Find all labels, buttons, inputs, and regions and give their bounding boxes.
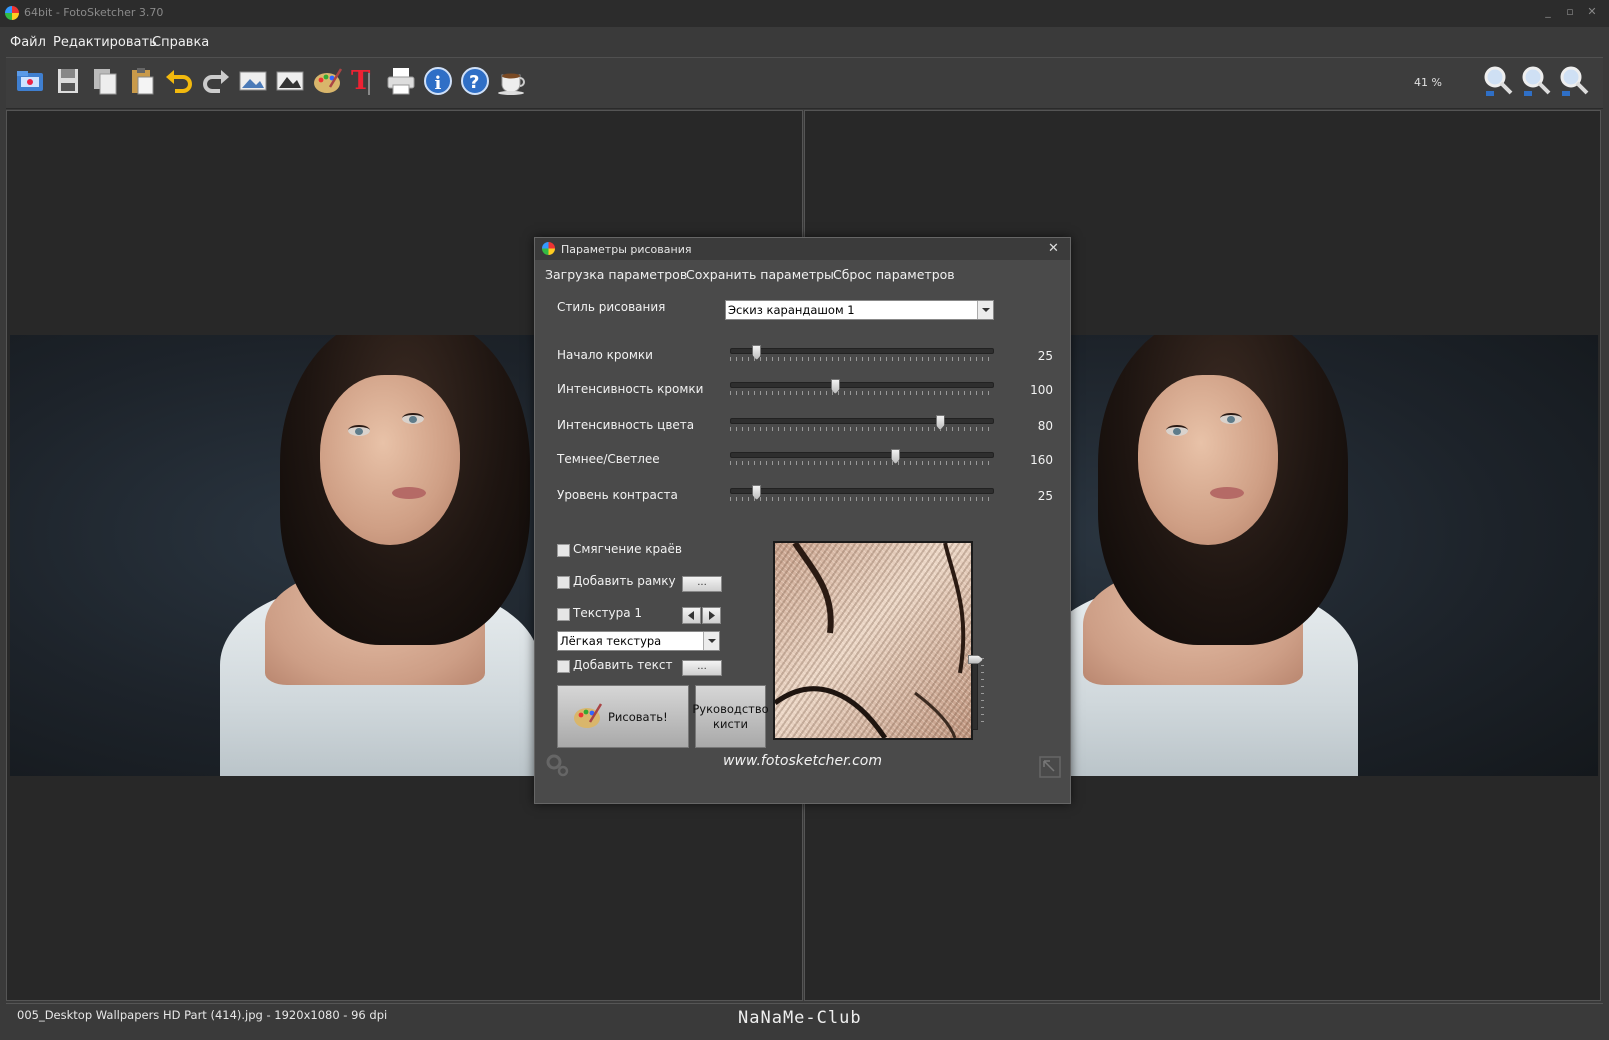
slider-ticks <box>730 357 992 361</box>
texture-value: Лёгкая текстура <box>560 634 662 648</box>
add-text-label: Добавить текст <box>573 658 673 672</box>
chevron-down-icon[interactable] <box>977 301 993 319</box>
drawing-style-label: Стиль рисования <box>557 300 666 314</box>
drawing-parameters-dialog: Параметры рисования ✕ Загрузка параметро… <box>534 237 1071 804</box>
soften-edges-label: Смягчение краёв <box>573 542 682 556</box>
slider-track[interactable] <box>730 488 994 494</box>
menu-load-parameters[interactable]: Загрузка параметров <box>545 267 687 282</box>
status-text: 005_Desktop Wallpapers HD Part (414).jpg… <box>17 1008 388 1022</box>
texture-checkbox[interactable] <box>557 608 570 621</box>
menu-bar: Файл Редактировать Справка <box>0 27 1609 57</box>
slider-ticks <box>730 497 992 501</box>
add-text-checkbox[interactable] <box>557 660 570 673</box>
zoom-out-icon[interactable] <box>1520 65 1552 97</box>
watermark: NaNaMe-Club <box>738 1008 862 1028</box>
sketch-preview[interactable] <box>773 541 973 740</box>
website-link[interactable]: www.fotosketcher.com <box>535 753 1070 769</box>
title-bar: 64bit - FotoSketcher 3.70 _ ▫ ✕ <box>0 0 1609 27</box>
menu-edit[interactable]: Редактировать <box>53 35 157 50</box>
dialog-title: Параметры рисования <box>561 243 692 256</box>
slider-ticks <box>730 427 992 431</box>
menu-help[interactable]: Справка <box>152 35 209 50</box>
texture-select[interactable]: Лёгкая текстура <box>557 631 720 651</box>
coffee-icon[interactable] <box>496 65 528 97</box>
slider-ticks <box>730 391 992 395</box>
palette-icon[interactable] <box>311 65 343 97</box>
soften-edges-checkbox[interactable] <box>557 544 570 557</box>
slider-label: Начало кромки <box>557 348 653 362</box>
menu-file[interactable]: Файл <box>10 35 46 50</box>
texture-prev-button[interactable] <box>682 607 701 624</box>
slider-label: Темнее/Светлее <box>557 452 660 466</box>
chevron-right-icon <box>709 611 715 620</box>
print-icon[interactable] <box>385 65 417 97</box>
menu-save-parameters[interactable]: Сохранить параметры <box>686 267 834 282</box>
drawing-style-select[interactable]: Эскиз карандашом 1 <box>725 300 994 320</box>
menu-reset-parameters[interactable]: Сброс параметров <box>833 267 955 282</box>
svg-text:i: i <box>435 73 442 94</box>
slider-ticks <box>730 461 992 465</box>
slider-value: 25 <box>1037 489 1053 503</box>
result-image-icon[interactable] <box>274 65 306 97</box>
resize-grip-icon[interactable] <box>1039 756 1061 778</box>
preview-zoom-ticks <box>981 658 984 728</box>
zoom-in-icon[interactable] <box>1482 65 1514 97</box>
slider-label: Уровень контраста <box>557 488 678 502</box>
close-icon[interactable]: ✕ <box>1584 5 1600 19</box>
copy-icon[interactable] <box>89 65 121 97</box>
add-frame-checkbox[interactable] <box>557 576 570 589</box>
maximize-icon[interactable]: ▫ <box>1562 5 1578 19</box>
minimize-icon[interactable]: _ <box>1540 5 1556 19</box>
text-tool-icon[interactable]: T <box>348 65 380 97</box>
texture-next-button[interactable] <box>702 607 721 624</box>
chevron-left-icon <box>688 611 694 620</box>
add-frame-label: Добавить рамку <box>573 574 676 588</box>
slider-value: 100 <box>1030 383 1053 397</box>
palette-icon <box>574 703 603 728</box>
draw-button[interactable]: Рисовать! <box>557 685 689 748</box>
slider-value: 160 <box>1030 453 1053 467</box>
zoom-fit-icon[interactable] <box>1558 65 1590 97</box>
dialog-close-icon[interactable]: ✕ <box>1048 241 1059 256</box>
draw-button-label: Рисовать! <box>608 710 668 724</box>
slider-track[interactable] <box>730 418 994 424</box>
help-icon[interactable]: ? <box>459 65 491 97</box>
preview-strokes <box>775 543 966 738</box>
undo-icon[interactable] <box>163 65 195 97</box>
text-options-button[interactable]: ... <box>682 660 722 676</box>
texture-label: Текстура 1 <box>573 606 643 620</box>
info-icon[interactable]: i <box>422 65 454 97</box>
preview-zoom-slider[interactable] <box>972 658 978 730</box>
slider-track[interactable] <box>730 382 994 388</box>
drawing-style-value: Эскиз карандашом 1 <box>728 303 855 317</box>
open-folder-icon[interactable] <box>14 65 46 97</box>
slider-value: 25 <box>1037 349 1053 363</box>
brush-guide-label: Руководство кисти <box>692 701 769 731</box>
brush-guide-button[interactable]: Руководство кисти <box>692 685 769 748</box>
app-logo-icon <box>5 6 19 20</box>
slider-label: Интенсивность кромки <box>557 382 704 396</box>
paste-icon[interactable] <box>126 65 158 97</box>
zoom-level: 41 % <box>1414 76 1442 89</box>
redo-icon[interactable] <box>200 65 232 97</box>
slider-track[interactable] <box>730 348 994 354</box>
frame-options-button[interactable]: ... <box>682 576 722 592</box>
slider-label: Интенсивность цвета <box>557 418 695 432</box>
original-image-icon[interactable] <box>237 65 269 97</box>
chevron-down-icon[interactable] <box>703 632 719 650</box>
dialog-logo-icon <box>542 242 555 255</box>
toolbar: T i ? <box>6 57 1603 109</box>
svg-text:?: ? <box>469 72 479 93</box>
window-title: 64bit - FotoSketcher 3.70 <box>24 6 164 19</box>
slider-value: 80 <box>1037 419 1053 433</box>
dialog-title-bar[interactable]: Параметры рисования ✕ <box>535 238 1070 260</box>
save-icon[interactable] <box>52 65 84 97</box>
slider-track[interactable] <box>730 452 994 458</box>
